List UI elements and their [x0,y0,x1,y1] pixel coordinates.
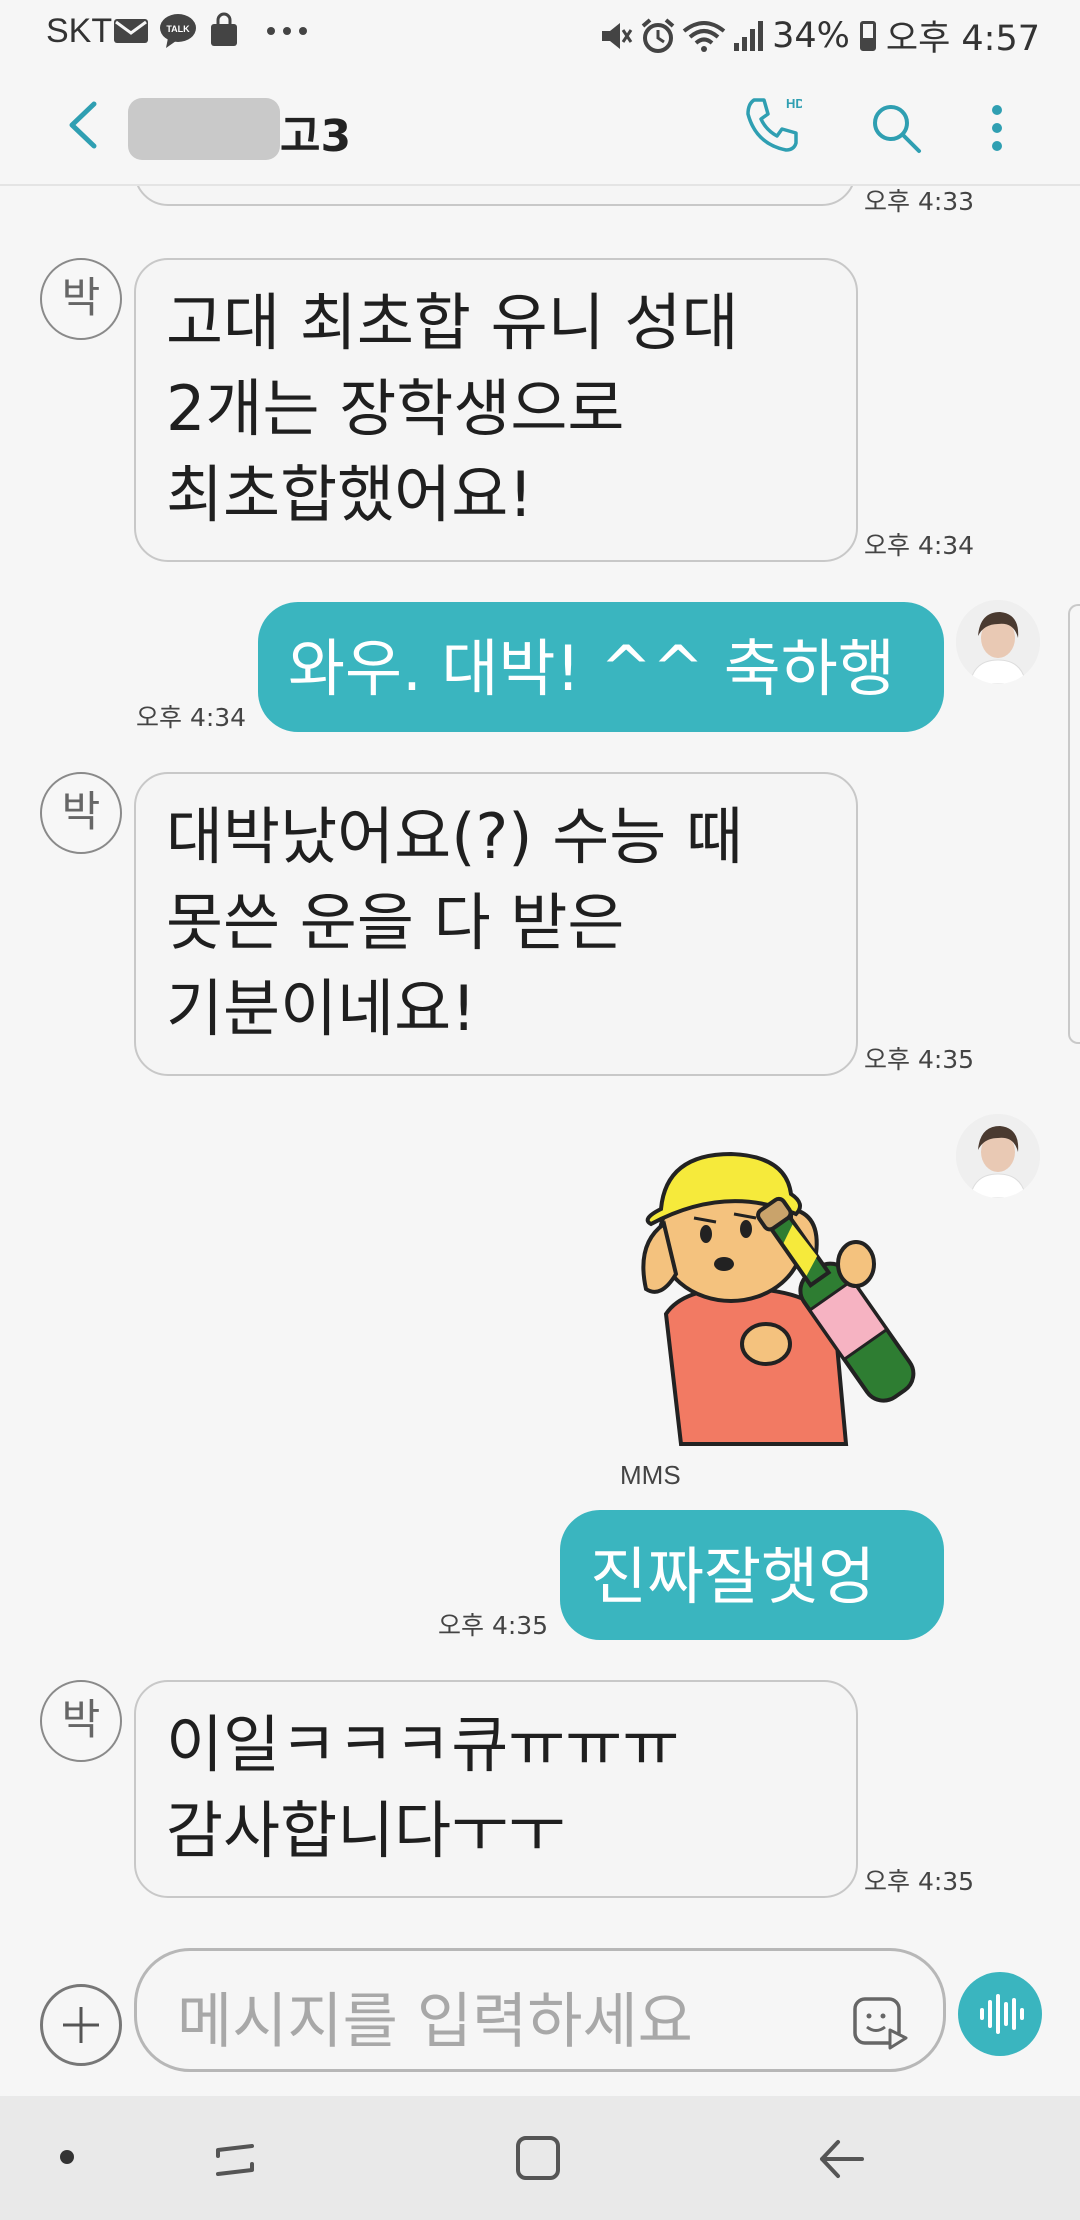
recent-apps-icon[interactable] [210,2134,260,2184]
avatar[interactable]: 박 [40,1680,122,1762]
mms-label: MMS [620,1460,681,1490]
message-time: 오후 4:33 [864,187,975,216]
search-icon[interactable] [870,102,922,154]
status-right: 34% 오후 4:57 [598,10,1040,61]
message-input[interactable]: 메시지를 입력하세요 [134,1948,946,2072]
message-time: 오후 4:35 [864,1867,975,1896]
message-bubble-incoming[interactable]: 이일ㅋㅋㅋ큐ㅠㅠㅠ 감사합니다ㅜㅜ [134,1680,858,1898]
profile-photo-icon [956,600,1040,684]
redacted-name [128,98,280,160]
profile-photo-icon [956,1114,1040,1198]
back-nav-icon[interactable] [816,2136,866,2182]
voice-wave-icon [980,1994,1024,2034]
message-time: 오후 4:35 [438,1611,549,1640]
hd-call-icon[interactable]: HD [742,92,802,154]
status-bar: SKT TALK 34% 오후 4:57 [0,0,1080,62]
more-dots-icon [267,27,307,35]
battery-icon [859,20,876,51]
edge-panel-handle[interactable] [1068,604,1080,1044]
wifi-icon [682,20,726,52]
compose-bar: 메시지를 입력하세요 [0,1930,1080,2096]
avatar[interactable]: 박 [40,258,122,340]
home-icon[interactable] [512,2132,564,2184]
my-avatar[interactable] [956,1114,1040,1198]
message-bubble-incoming[interactable]: 대박났어요(?) 수능 때 못쓴 운을 다 받은 기분이네요! [134,772,858,1076]
system-nav-bar [0,2096,1080,2220]
carrier-label: SKT [46,12,113,50]
mute-icon [602,22,633,49]
hd-badge: HD [786,96,802,111]
contact-name[interactable]: 고3 [280,100,351,164]
mail-icon [114,19,148,43]
dog-with-champagne-sticker[interactable] [606,1114,946,1450]
kakaotalk-icon: TALK [160,14,196,48]
message-time: 오후 4:34 [864,531,975,560]
more-vertical-icon[interactable] [990,104,1004,152]
message-time: 오후 4:35 [864,1045,975,1074]
message-bubble-outgoing[interactable]: 진짜잘햇엉 [560,1510,944,1640]
sticker-icon[interactable] [852,1996,910,2050]
message-list[interactable]: 오후 4:33 박 고대 최초합 유니 성대 2개는 장학생으로 최초합했어요!… [0,186,1080,1946]
alarm-icon [641,17,675,53]
svg-text:TALK: TALK [166,24,190,34]
battery-percent: 34% [772,15,850,56]
message-bubble-outgoing[interactable]: 와우. 대박! ^^ 축하행 [258,602,944,732]
shopping-bag-icon [211,12,237,46]
status-time: 오후 4:57 [885,19,1040,59]
message-time: 오후 4:34 [136,703,247,732]
attach-plus-button[interactable] [40,1984,122,2066]
voice-input-button[interactable] [958,1972,1042,2056]
my-avatar[interactable] [956,600,1040,684]
message-bubble-incoming[interactable]: 고대 최초합 유니 성대 2개는 장학생으로 최초합했어요! [134,258,858,562]
message-bubble-incoming[interactable] [134,186,856,206]
signal-icon [734,20,764,51]
avatar[interactable]: 박 [40,772,122,854]
back-icon[interactable] [62,100,106,150]
conversation-header: 고3 HD [0,62,1080,186]
nav-dot-indicator[interactable] [60,2150,74,2164]
